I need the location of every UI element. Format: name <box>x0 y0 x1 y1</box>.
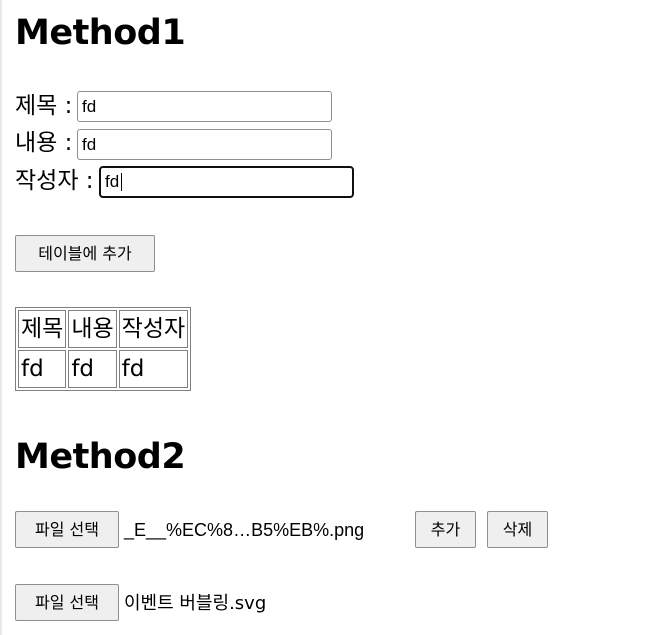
title-input[interactable] <box>77 91 332 122</box>
table-header-cell: 내용 <box>68 310 117 348</box>
author-label: 작성자 : <box>15 168 94 194</box>
table-header-row: 제목 내용 작성자 <box>18 310 189 348</box>
table-header-cell: 작성자 <box>118 310 189 348</box>
content-input[interactable] <box>77 129 332 160</box>
delete-button[interactable]: 삭제 <box>487 511 548 548</box>
content-label: 내용 : <box>15 130 73 156</box>
method2-heading: Method2 <box>15 437 186 477</box>
left-edge-divider <box>0 0 2 635</box>
table-cell: fd <box>68 350 117 388</box>
author-input[interactable] <box>99 166 354 198</box>
add-to-table-button[interactable]: 테이블에 추가 <box>15 235 155 272</box>
add-button[interactable]: 추가 <box>415 511 476 548</box>
table-cell: fd <box>18 350 67 388</box>
table-header-cell: 제목 <box>18 310 67 348</box>
data-table: 제목 내용 작성자 fd fd fd <box>15 307 192 391</box>
method1-heading: Method1 <box>15 13 186 53</box>
choose-file-button-1[interactable]: 파일 선택 <box>15 511 119 548</box>
file-name-2: 이벤트 버블링.svg <box>124 593 267 614</box>
table-cell: fd <box>118 350 189 388</box>
text-caret <box>121 173 122 191</box>
file-name-1: _E__%EC%8…B5%EB%.png <box>124 520 365 540</box>
table-row: fd fd fd <box>18 350 189 388</box>
choose-file-button-2[interactable]: 파일 선택 <box>15 584 119 621</box>
title-label: 제목 : <box>15 93 73 119</box>
